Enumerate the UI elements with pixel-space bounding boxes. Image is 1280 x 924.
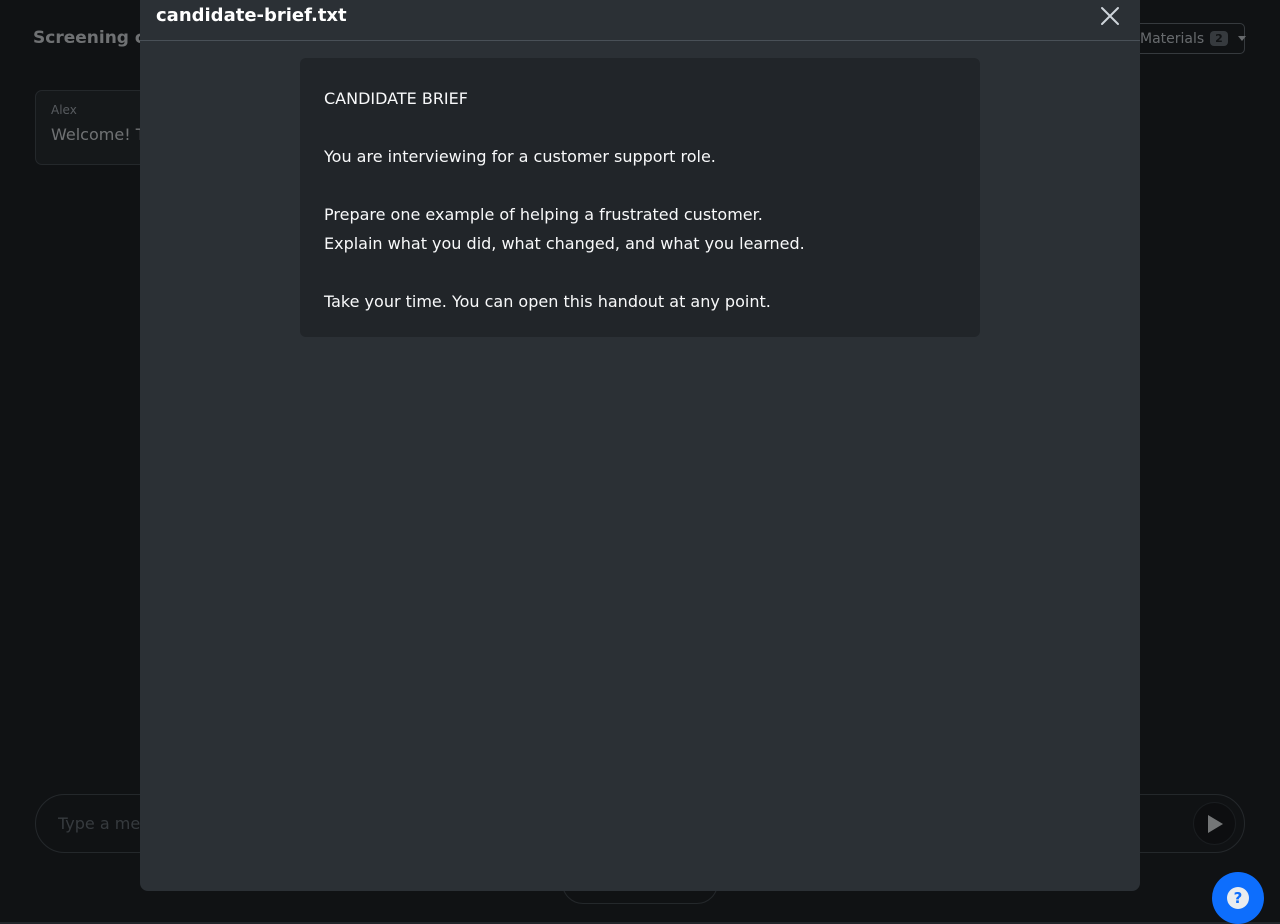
- close-icon: [1101, 7, 1119, 25]
- modal-title: candidate-brief.txt: [156, 5, 347, 26]
- document-line: You are interviewing for a customer supp…: [324, 147, 716, 166]
- help-button[interactable]: ?: [1212, 872, 1264, 924]
- document-line: Explain what you did, what changed, and …: [324, 234, 805, 253]
- document-line: Take your time. You can open this handou…: [324, 292, 771, 311]
- document-content: CANDIDATE BRIEF You are interviewing for…: [300, 58, 980, 337]
- close-button[interactable]: [1099, 5, 1121, 27]
- question-icon: ?: [1227, 887, 1249, 909]
- document-blank-line: [324, 171, 956, 200]
- document-modal: candidate-brief.txt CANDIDATE BRIEF You …: [140, 0, 1140, 891]
- modal-header: candidate-brief.txt: [140, 0, 1140, 41]
- document-line: Prepare one example of helping a frustra…: [324, 205, 763, 224]
- document-blank-line: [324, 258, 956, 287]
- document-line: CANDIDATE BRIEF: [324, 89, 468, 108]
- document-blank-line: [324, 113, 956, 142]
